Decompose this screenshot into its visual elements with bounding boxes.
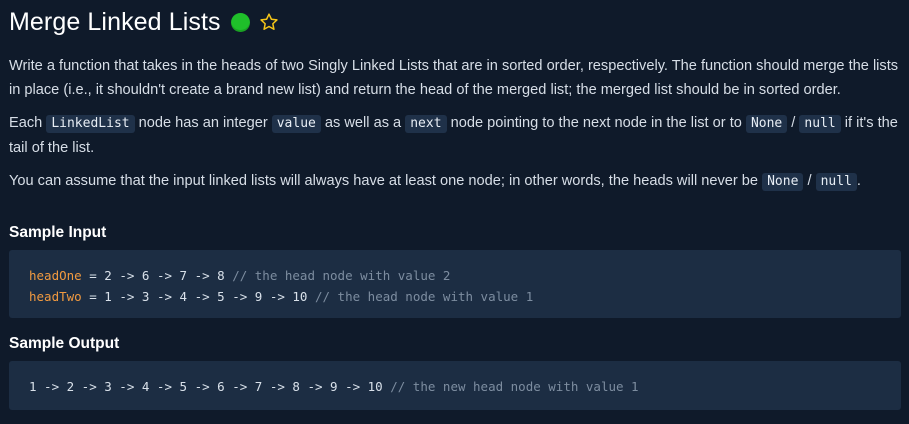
text-segment: You can assume that the input linked lis…	[9, 173, 763, 189]
difficulty-indicator	[230, 12, 250, 32]
code-none: None	[745, 115, 788, 133]
code-line: headOne = 2 -> 6 -> 7 -> 8 // the head n…	[29, 265, 881, 286]
code-text: = 2 -> 6 -> 7 -> 8	[81, 268, 233, 283]
text-segment: .	[856, 173, 861, 189]
text-segment: node pointing to the next node in the li…	[446, 115, 746, 131]
sample-input-heading: Sample Input	[9, 224, 107, 241]
code-comment: // the head node with value 1	[314, 289, 534, 304]
title-row: Merge Linked Lists	[9, 0, 900, 44]
code-comment: // the new head node with value 1	[390, 379, 639, 394]
code-null: null	[815, 173, 857, 191]
description-paragraph-1: Write a function that takes in the heads…	[9, 58, 899, 98]
text-segment: /	[787, 115, 800, 131]
variable-name: headTwo	[29, 289, 82, 304]
code-text: 1 -> 2 -> 3 -> 4 -> 5 -> 6 -> 7 -> 8 -> …	[29, 379, 391, 394]
code-null: null	[799, 115, 841, 133]
problem-title: Merge Linked Lists	[9, 8, 221, 36]
text-segment: Each	[9, 115, 47, 131]
sample-output-heading: Sample Output	[9, 335, 120, 352]
code-next: next	[405, 115, 447, 133]
code-line: 1 -> 2 -> 3 -> 4 -> 5 -> 6 -> 7 -> 8 -> …	[29, 376, 881, 397]
problem-page: Merge Linked Lists Write a function that…	[0, 0, 909, 424]
code-line: headTwo = 1 -> 3 -> 4 -> 5 -> 9 -> 10 //…	[29, 286, 881, 307]
star-icon[interactable]	[259, 12, 279, 32]
code-linkedlist: LinkedList	[46, 115, 135, 133]
text-segment: /	[803, 173, 816, 189]
sample-output-code-block: 1 -> 2 -> 3 -> 4 -> 5 -> 6 -> 7 -> 8 -> …	[9, 361, 901, 410]
code-comment: // the head node with value 2	[232, 268, 451, 283]
description-paragraph-3: You can assume that the input linked lis…	[9, 169, 900, 194]
variable-name: headOne	[29, 268, 82, 283]
sample-input-code-block: headOne = 2 -> 6 -> 7 -> 8 // the head n…	[9, 250, 901, 318]
text-segment: node has an integer	[134, 115, 272, 131]
code-value: value	[271, 115, 321, 133]
description-paragraph-2: Each LinkedList node has an integer valu…	[9, 111, 900, 160]
code-none: None	[762, 173, 804, 191]
code-text: = 1 -> 3 -> 4 -> 5 -> 9 -> 10	[81, 289, 315, 304]
text-segment: as well as a	[320, 115, 406, 131]
